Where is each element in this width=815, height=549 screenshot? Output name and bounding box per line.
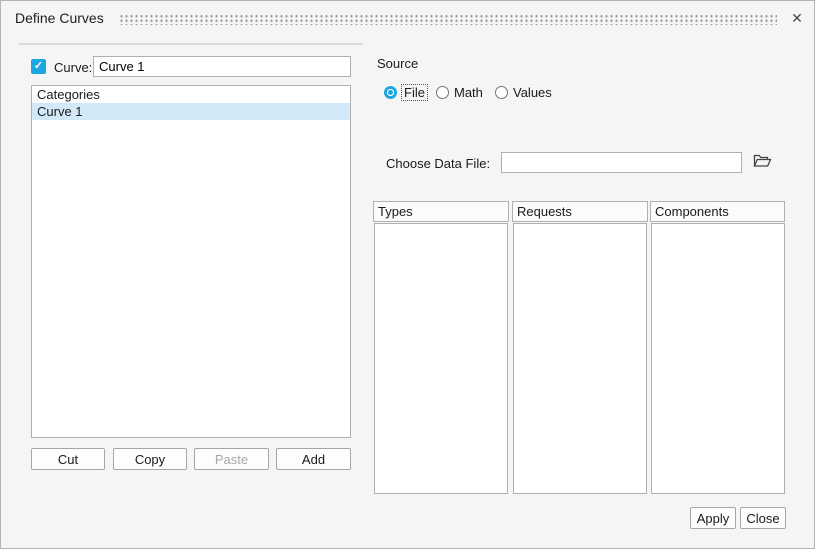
define-curves-dialog: Define Curves ✕ ✓ Curve: Categories Curv…	[0, 0, 815, 549]
apply-button[interactable]: Apply	[690, 507, 736, 529]
source-group-label: Source	[377, 56, 418, 71]
curve-label: Curve:	[54, 60, 92, 75]
close-button[interactable]: Close	[740, 507, 786, 529]
dialog-title: Define Curves	[15, 10, 104, 26]
list-item-curve-1[interactable]: Curve 1	[32, 103, 350, 120]
title-divider	[19, 43, 363, 45]
open-folder-icon	[753, 156, 772, 171]
components-list-header: Components	[650, 201, 785, 222]
components-listbox[interactable]	[651, 223, 785, 494]
radio-values[interactable]	[495, 86, 508, 99]
data-file-input[interactable]	[501, 152, 742, 173]
requests-listbox[interactable]	[513, 223, 647, 494]
paste-button[interactable]: Paste	[194, 448, 269, 470]
list-item-categories[interactable]: Categories	[32, 86, 350, 103]
radio-file-label[interactable]: File	[404, 85, 428, 100]
types-listbox[interactable]	[374, 223, 508, 494]
close-icon[interactable]: ✕	[787, 8, 807, 28]
radio-math-label[interactable]: Math	[454, 85, 483, 100]
curve-checkbox[interactable]: ✓	[31, 59, 46, 74]
radio-file[interactable]	[384, 86, 397, 99]
copy-button[interactable]: Copy	[113, 448, 187, 470]
radio-math[interactable]	[436, 86, 449, 99]
radio-values-label[interactable]: Values	[513, 85, 552, 100]
types-list-header: Types	[373, 201, 509, 222]
cut-button[interactable]: Cut	[31, 448, 105, 470]
browse-file-button[interactable]	[751, 153, 773, 171]
curve-name-input[interactable]	[93, 56, 351, 77]
curve-listbox: Categories Curve 1	[31, 85, 351, 438]
requests-list-header: Requests	[512, 201, 648, 222]
choose-data-file-label: Choose Data File:	[386, 156, 490, 171]
add-button[interactable]: Add	[276, 448, 351, 470]
drag-handle-dots[interactable]	[119, 13, 777, 25]
